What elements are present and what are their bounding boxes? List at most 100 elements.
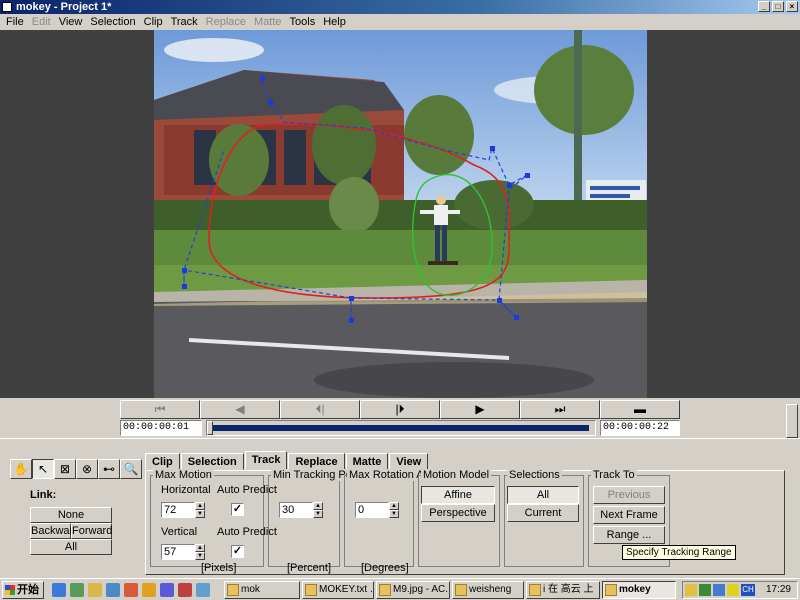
vertical-label: Vertical	[161, 526, 198, 538]
next-frame-button[interactable]: Next Frame	[593, 506, 665, 524]
min-tracking-stepper[interactable]: 30 ▲ ▼	[279, 502, 323, 518]
video-frame[interactable]	[154, 30, 647, 398]
maximize-button[interactable]: □	[772, 1, 784, 12]
step-backward-button[interactable]: ⏴|	[280, 400, 360, 419]
last-frame-button[interactable]: ⏭	[520, 400, 600, 419]
perspective-button[interactable]: Perspective	[421, 504, 495, 522]
selections-group: Selections All Current	[504, 469, 584, 567]
selections-current-button[interactable]: Current	[507, 504, 579, 522]
tab-track[interactable]: Track	[244, 451, 288, 470]
horizontal-up-button[interactable]: ▲	[195, 502, 205, 510]
link-forward-button[interactable]: Forward	[71, 523, 112, 539]
node-icon[interactable]: ⊗	[76, 459, 98, 479]
transform-icon[interactable]: ⊠	[54, 459, 76, 479]
network-tray-icon[interactable]	[699, 584, 711, 596]
mokey-icon	[605, 584, 617, 596]
display-icon[interactable]	[713, 584, 725, 596]
menu-matte[interactable]: Matte	[250, 16, 286, 28]
tab-selection[interactable]: Selection	[180, 453, 244, 470]
range-button[interactable]: Range ...	[593, 526, 665, 544]
folder-icon	[455, 584, 467, 596]
task-mok[interactable]: mok	[224, 581, 300, 599]
timeline-slider[interactable]	[206, 420, 596, 436]
menu-replace[interactable]: Replace	[202, 16, 250, 28]
player-icon[interactable]	[142, 583, 156, 597]
task-mokey[interactable]: mokey	[602, 581, 676, 599]
auto-predict-v-checkbox[interactable]: ✓	[231, 545, 244, 558]
viewer-area[interactable]	[0, 30, 800, 398]
zoom-icon[interactable]: 🔍	[120, 459, 142, 479]
end-time-field[interactable]: 00:00:00:22	[600, 420, 680, 436]
step-forward-button[interactable]: |⏵	[360, 400, 440, 419]
hand-icon[interactable]: ✋	[10, 459, 32, 479]
first-frame-button[interactable]: ⏮	[120, 400, 200, 419]
menu-tools[interactable]: Tools	[286, 16, 320, 28]
previous-frame-button[interactable]: Previous Frame	[593, 486, 665, 517]
app-clock-icon[interactable]	[196, 583, 210, 597]
pointer-icon[interactable]: ↖	[32, 459, 54, 479]
task-mokey-txt[interactable]: MOKEY.txt ...	[302, 581, 374, 599]
horizontal-label: Horizontal	[161, 484, 211, 496]
selections-all-button[interactable]: All	[507, 486, 579, 504]
max-rotation-stepper[interactable]: 0 ▲ ▼	[355, 502, 399, 518]
app-u-icon[interactable]	[160, 583, 174, 597]
play-backward-button[interactable]: ◀	[200, 400, 280, 419]
task-m9-jpg[interactable]: M9.jpg - AC...	[376, 581, 450, 599]
min-tracking-down-button[interactable]: ▼	[313, 510, 323, 518]
chat-icon	[529, 584, 541, 596]
folder-icon[interactable]	[88, 583, 102, 597]
menu-edit[interactable]: Edit	[28, 16, 55, 28]
start-button[interactable]: 开始	[2, 581, 44, 599]
speaker-icon[interactable]	[685, 584, 697, 596]
tab-clip[interactable]: Clip	[145, 453, 180, 470]
tab-matte[interactable]: Matte	[345, 453, 389, 470]
loop-button[interactable]: ▬	[600, 400, 680, 419]
min-tracking-up-button[interactable]: ▲	[313, 502, 323, 510]
outlook-icon[interactable]	[106, 583, 120, 597]
link-backward-button[interactable]: Backward	[30, 523, 79, 539]
warning-icon[interactable]	[727, 584, 739, 596]
task-label: weisheng	[469, 584, 512, 595]
tab-replace[interactable]: Replace	[288, 453, 345, 470]
link-icon[interactable]: ⊷	[98, 459, 120, 479]
menu-clip[interactable]: Clip	[140, 16, 167, 28]
link-all-button[interactable]: All	[30, 539, 112, 555]
ie-icon[interactable]	[52, 583, 66, 597]
menu-track[interactable]: Track	[167, 16, 202, 28]
horizontal-stepper[interactable]: 72 ▲ ▼	[161, 502, 205, 518]
vertical-stepper[interactable]: 57 ▲ ▼	[161, 544, 205, 560]
menu-help[interactable]: Help	[319, 16, 350, 28]
horizontal-down-button[interactable]: ▼	[195, 510, 205, 518]
title-bar: mokey - Project 1* _ □ ×	[0, 0, 800, 14]
play-forward-button[interactable]: ▶	[440, 400, 520, 419]
min-tracking-value[interactable]: 30	[279, 502, 313, 518]
menu-file[interactable]: File	[2, 16, 28, 28]
app-red-icon[interactable]	[178, 583, 192, 597]
vertical-down-button[interactable]: ▼	[195, 552, 205, 560]
task-weisheng[interactable]: weisheng	[452, 581, 524, 599]
max-rotation-up-button[interactable]: ▲	[389, 502, 399, 510]
task-chat[interactable]: i 在 高云 上	[526, 581, 600, 599]
menu-view[interactable]: View	[55, 16, 87, 28]
vertical-value[interactable]: 57	[161, 544, 195, 560]
vertical-up-button[interactable]: ▲	[195, 544, 205, 552]
video-frame-image[interactable]	[154, 30, 647, 398]
max-rotation-group: Max Rotation Ang 0 ▲ ▼ [Degrees]	[344, 469, 438, 574]
panel-tabs: Clip Selection Track Replace Matte View	[145, 451, 429, 470]
link-none-button[interactable]: None	[30, 507, 112, 523]
minimize-button[interactable]: _	[758, 1, 770, 12]
tab-view[interactable]: View	[389, 453, 429, 470]
auto-predict-h-checkbox[interactable]: ✓	[231, 503, 244, 516]
side-toggle-button[interactable]	[786, 404, 798, 438]
affine-button[interactable]: Affine	[421, 486, 495, 504]
max-rotation-value[interactable]: 0	[355, 502, 389, 518]
horizontal-value[interactable]: 72	[161, 502, 195, 518]
task-label: mokey	[619, 584, 651, 595]
language-indicator[interactable]: CH	[741, 584, 755, 596]
menu-selection[interactable]: Selection	[86, 16, 139, 28]
start-time-field[interactable]: 00:00:00:01	[120, 420, 202, 436]
max-rotation-down-button[interactable]: ▼	[389, 510, 399, 518]
network-icon[interactable]	[70, 583, 84, 597]
media-icon[interactable]	[124, 583, 138, 597]
close-button[interactable]: ×	[786, 1, 798, 12]
